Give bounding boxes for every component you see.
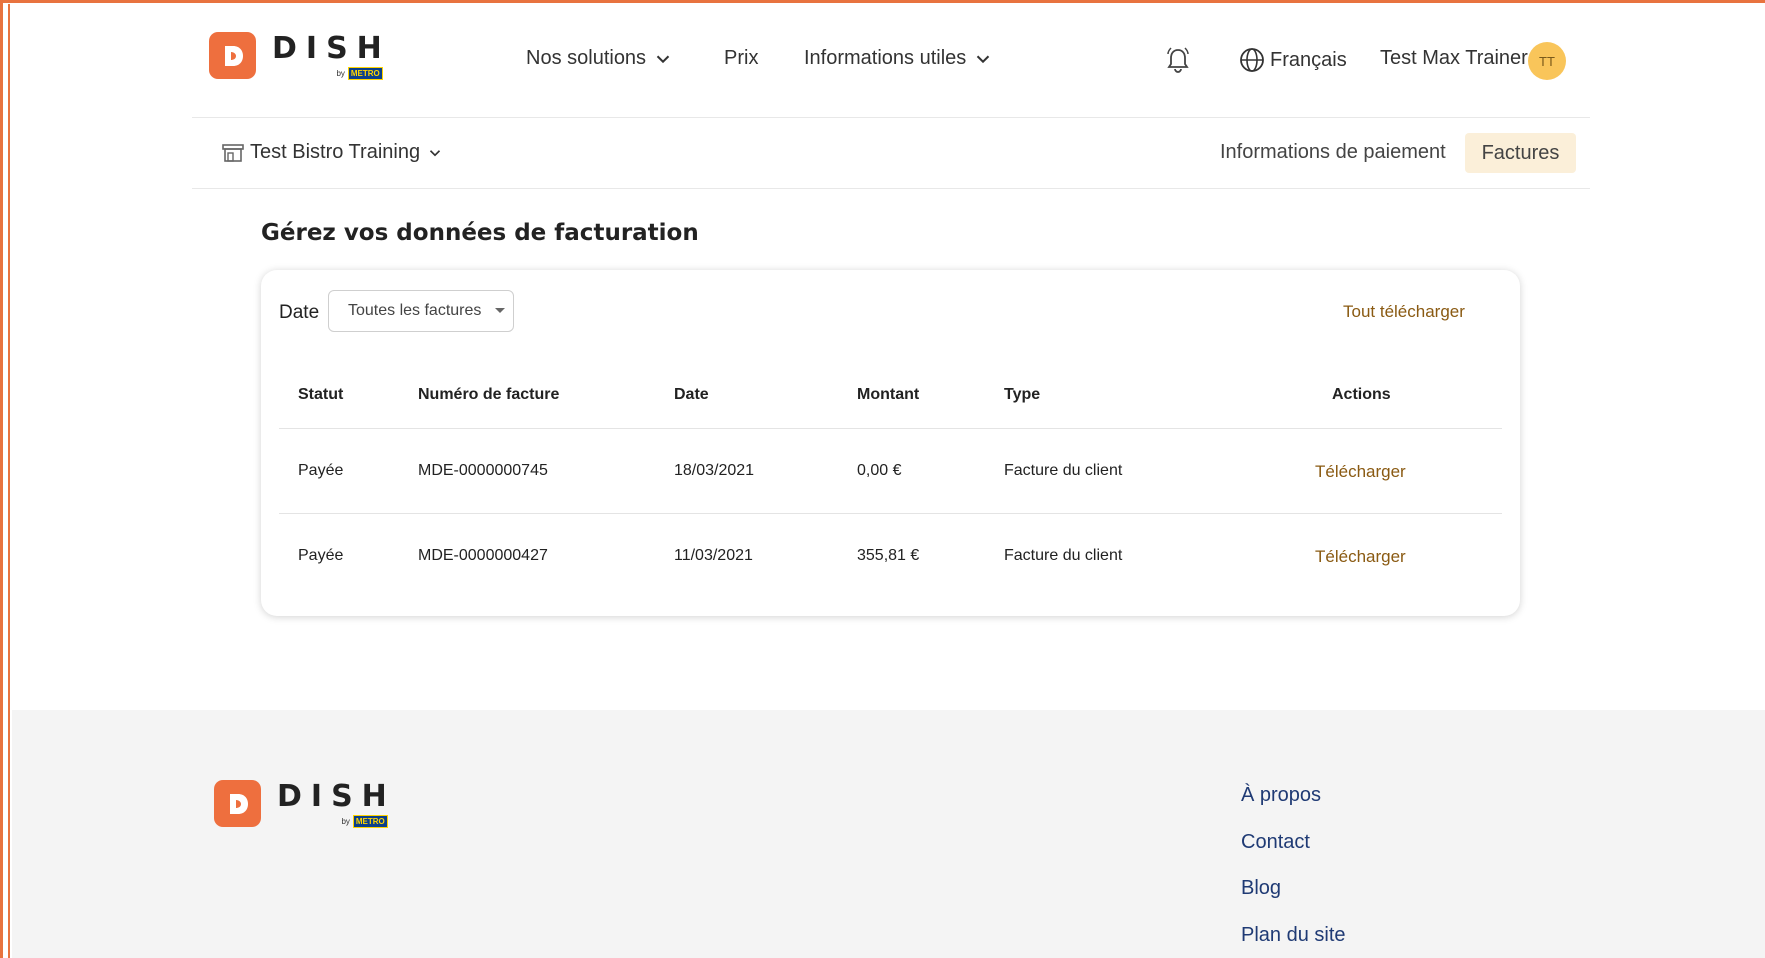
bell-icon[interactable] bbox=[1165, 46, 1191, 74]
user-name[interactable]: Test Max Trainer bbox=[1380, 47, 1528, 70]
nav-label: Informations utiles bbox=[804, 47, 967, 69]
dish-d-icon bbox=[229, 793, 248, 814]
avatar[interactable]: TT bbox=[1528, 42, 1566, 80]
footer-link-a-propos[interactable]: À propos bbox=[1241, 784, 1321, 807]
subnav-divider bbox=[192, 188, 1590, 189]
footer-link-plan-du-site[interactable]: Plan du site bbox=[1241, 924, 1346, 947]
col-header-actions: Actions bbox=[1332, 386, 1391, 403]
nav-label: Prix bbox=[724, 47, 759, 69]
dish-logo-mark bbox=[209, 32, 256, 79]
header-divider bbox=[192, 117, 1590, 118]
table-divider bbox=[279, 428, 1502, 429]
brand-by: by bbox=[336, 69, 345, 78]
col-header-montant: Montant bbox=[857, 386, 920, 403]
col-header-date: Date bbox=[674, 386, 709, 403]
col-header-type: Type bbox=[1004, 386, 1041, 403]
row-amount: 0,00 € bbox=[857, 462, 902, 479]
download-all-link[interactable]: Tout télécharger bbox=[1343, 302, 1465, 322]
footer-dish-logo[interactable]: DISH by METRO bbox=[214, 780, 396, 828]
col-header-numero: Numéro de facture bbox=[418, 386, 560, 403]
store-icon bbox=[222, 143, 244, 162]
caret-down-icon bbox=[495, 308, 505, 313]
date-filter-select[interactable]: Toutes les factures bbox=[328, 290, 514, 332]
dish-d-icon bbox=[224, 45, 243, 66]
row-invoice-number: MDE-0000000427 bbox=[418, 547, 548, 564]
footer-link-blog[interactable]: Blog bbox=[1241, 877, 1281, 900]
nav-informations-utiles[interactable]: Informations utiles bbox=[804, 47, 994, 70]
col-header-statut: Statut bbox=[298, 386, 344, 403]
establishment-name: Test Bistro Training bbox=[250, 141, 421, 163]
nav-prix[interactable]: Prix bbox=[724, 47, 758, 70]
brand-name: DISH bbox=[277, 779, 396, 814]
metro-badge: METRO bbox=[347, 67, 383, 80]
row-type: Facture du client bbox=[1004, 462, 1123, 479]
row-amount: 355,81 € bbox=[857, 547, 920, 564]
brand-name: DISH bbox=[272, 31, 391, 66]
invoices-card: Date Toutes les factures Tout télécharge… bbox=[261, 270, 1520, 616]
footer-link-contact[interactable]: Contact bbox=[1241, 831, 1310, 854]
row-date: 11/03/2021 bbox=[674, 547, 753, 564]
row-date: 18/03/2021 bbox=[674, 462, 755, 479]
footer: DISH by METRO À propos Contact Blog Plan… bbox=[12, 710, 1765, 958]
page-title: Gérez vos données de facturation bbox=[261, 220, 699, 246]
language-selector[interactable]: Français bbox=[1239, 47, 1347, 73]
row-invoice-number: MDE-0000000745 bbox=[418, 462, 548, 479]
language-label: Français bbox=[1270, 48, 1347, 71]
table-divider bbox=[279, 513, 1502, 514]
chevron-down-icon bbox=[656, 55, 670, 63]
dish-logo[interactable]: DISH by METRO bbox=[209, 32, 391, 80]
chevron-down-icon bbox=[429, 149, 441, 156]
tab-informations-paiement[interactable]: Informations de paiement bbox=[1220, 141, 1446, 164]
date-filter-label: Date bbox=[279, 302, 320, 323]
tab-factures[interactable]: Factures bbox=[1465, 133, 1576, 173]
row-download-link[interactable]: Télécharger bbox=[1315, 462, 1406, 482]
globe-icon bbox=[1240, 48, 1264, 72]
dish-logo-mark bbox=[214, 780, 261, 827]
date-filter-value: Toutes les factures bbox=[348, 302, 482, 319]
brand-by: by bbox=[341, 817, 350, 826]
metro-badge: METRO bbox=[352, 815, 388, 828]
row-download-link[interactable]: Télécharger bbox=[1315, 547, 1406, 567]
chevron-down-icon bbox=[977, 55, 990, 63]
row-status: Payée bbox=[298, 462, 344, 479]
row-status: Payée bbox=[298, 547, 344, 564]
row-type: Facture du client bbox=[1004, 547, 1123, 564]
nav-label: Nos solutions bbox=[526, 47, 647, 69]
establishment-selector[interactable]: Test Bistro Training bbox=[222, 141, 444, 164]
nav-nos-solutions[interactable]: Nos solutions bbox=[526, 47, 674, 70]
